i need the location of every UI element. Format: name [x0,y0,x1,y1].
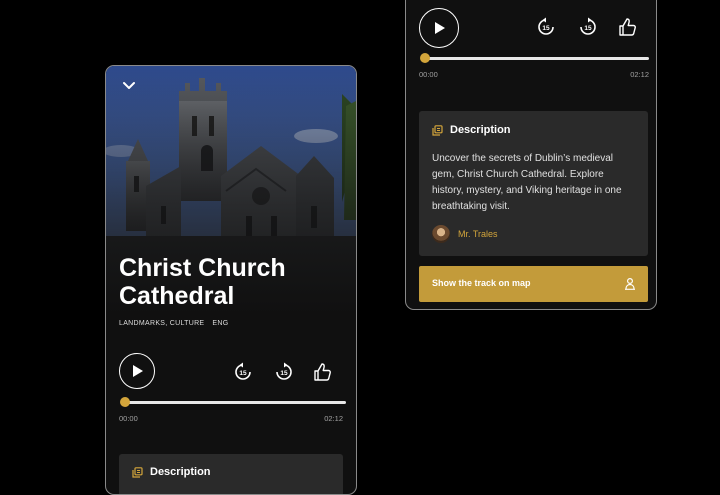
total-duration: 02:12 [630,70,649,79]
svg-text:15: 15 [239,370,247,377]
language-tag: ENG [212,320,229,327]
play-icon [133,365,143,377]
map-button-label: Show the track on map [432,278,531,288]
category-tags: LANDMARKS, CULTURE [119,320,205,327]
play-button[interactable] [419,8,459,48]
description-heading: Description [450,124,511,136]
progress-track[interactable] [421,57,649,60]
elapsed-time: 00:00 [419,70,438,79]
forward-15-icon[interactable]: 15 [274,362,294,382]
tour-description-screen: 15 15 00:00 02:12 Description Uncover th… [405,0,657,310]
progress-track[interactable] [121,401,346,404]
page-title: Christ Church Cathedral [119,254,286,310]
svg-text:15: 15 [542,25,550,32]
tour-detail-screen: Christ Church Cathedral LANDMARKS, CULTU… [105,65,357,495]
progress-knob[interactable] [420,53,430,63]
description-icon [432,125,443,136]
chevron-down-icon[interactable] [121,80,137,92]
avatar [432,225,450,243]
rewind-15-icon[interactable]: 15 [233,362,253,382]
play-icon [435,22,445,34]
elapsed-time: 00:00 [119,414,138,423]
description-card: Description [119,454,343,494]
thumbs-up-icon[interactable] [313,362,333,382]
description-card: Description Uncover the secrets of Dubli… [419,111,648,256]
description-text: Uncover the secrets of Dublin’s medieval… [432,153,622,212]
play-button[interactable] [119,353,155,389]
tag-line: LANDMARKS, CULTURE ENG [119,320,228,327]
rewind-15-icon[interactable]: 15 [536,17,556,37]
author-name[interactable]: Mr. Trales [458,229,498,239]
show-track-on-map-button[interactable]: Show the track on map [419,266,648,302]
total-duration: 02:12 [324,414,343,423]
forward-15-icon[interactable]: 15 [578,17,598,37]
svg-text:15: 15 [280,370,288,377]
svg-text:15: 15 [584,25,592,32]
progress-knob[interactable] [120,397,130,407]
thumbs-up-icon[interactable] [618,17,638,37]
description-heading: Description [150,466,211,478]
description-icon [132,467,143,478]
person-pin-icon [625,277,635,290]
